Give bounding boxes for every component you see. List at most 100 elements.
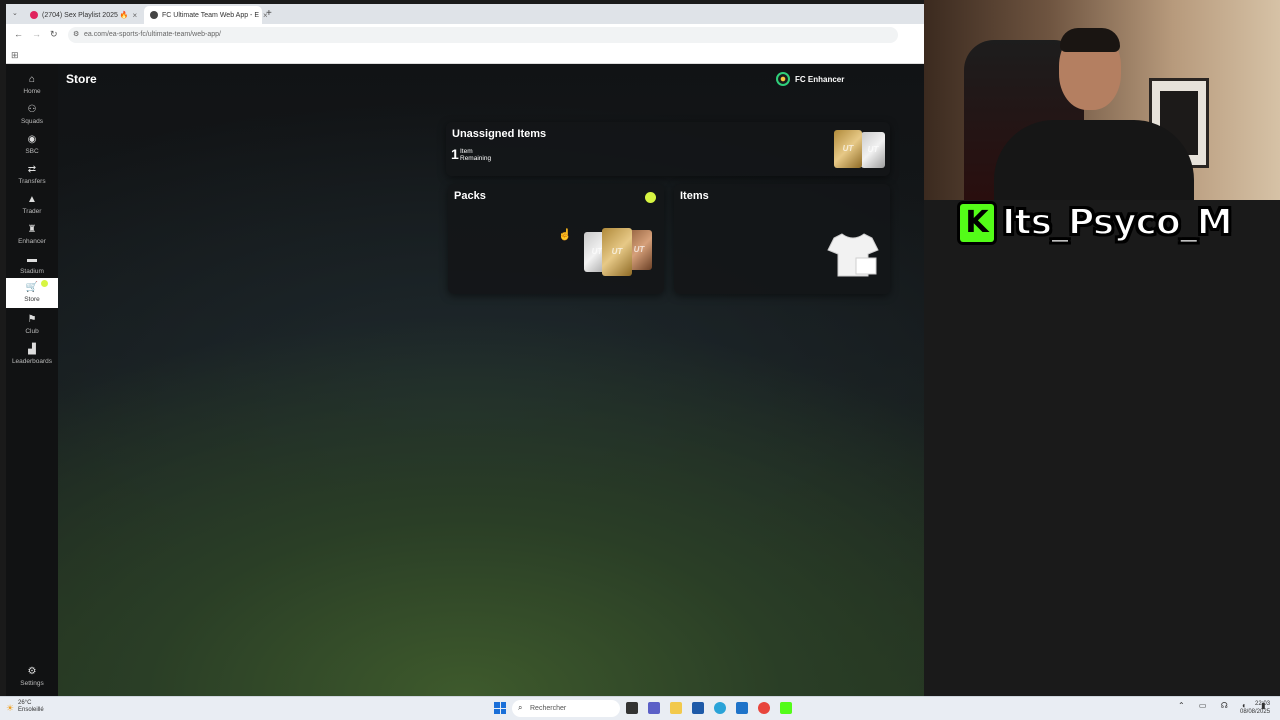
sub-line: Remaining [460, 155, 492, 162]
enhancer-icon: ♜ [27, 224, 37, 235]
kick-icon: K [960, 203, 994, 242]
enhancer-logo-icon [776, 72, 790, 86]
sidebar-item-label: Enhancer [18, 238, 46, 245]
tab-fc-web-app[interactable]: FC Ultimate Team Web App - E × [144, 6, 268, 24]
windows-taskbar: ☀ 26°C Ensoleillé ⌕ Rechercher ⌃ ▭ ☊ ◐ ▮… [0, 696, 1280, 720]
pack-icon: UT [602, 228, 632, 276]
sidebar-item-label: Leaderboards [11, 358, 53, 365]
back-icon[interactable]: ← [14, 29, 23, 39]
tab-search-icon[interactable]: ⌄ [12, 9, 18, 17]
packs-tile[interactable]: Packs UT UT UT [448, 184, 664, 294]
sidebar-item-enhancer[interactable]: ♜ Enhancer [6, 220, 58, 250]
sidebar-item-transfers[interactable]: ⇄ Transfers [6, 160, 58, 190]
trader-icon: ▲ [27, 194, 37, 205]
stadium-icon: ▬ [27, 254, 37, 265]
unassigned-subtitle: Item Remaining [460, 148, 491, 162]
sidebar-item-leaderboards[interactable]: ▟ Leaderboards [6, 340, 58, 370]
pack-label: UT [591, 247, 603, 256]
sidebar-item-label: Stadium [20, 268, 44, 275]
windows-start-icon[interactable] [494, 702, 506, 714]
streamer-body [994, 120, 1194, 200]
stream-background [924, 200, 1280, 696]
new-tab-icon[interactable]: + [266, 8, 272, 19]
sidebar-item-label: SBC [25, 148, 39, 155]
home-icon: ⌂ [28, 74, 36, 85]
address-bar[interactable]: ⚙ ea.com/ea-sports-fc/ultimate-team/web-… [68, 27, 898, 43]
transfers-icon: ⇄ [27, 164, 37, 175]
tile-title: Items [680, 190, 709, 202]
weather-icon[interactable]: ☀ [6, 703, 14, 714]
pack-icon: UT [861, 132, 885, 168]
weather-temp: 26°C [18, 700, 32, 706]
forward-icon[interactable]: → [32, 29, 41, 39]
apps-grid-icon[interactable]: ⊞ [11, 50, 19, 61]
tab-youtube[interactable]: (2704) Sex Playlist 2025 🔥 × [24, 6, 142, 24]
tab-bar: ⌄ (2704) Sex Playlist 2025 🔥 × FC Ultima… [6, 4, 924, 24]
clock-time: 22:03 [1255, 701, 1271, 707]
teams-icon[interactable] [648, 702, 660, 714]
pack-label: UT [633, 245, 645, 254]
streamer-tag: K Its_Psyco_M [960, 201, 1234, 244]
unassigned-items-tile[interactable]: Unassigned Items 1 Item Remaining UT UT [446, 122, 890, 176]
edge-icon[interactable] [714, 702, 726, 714]
search-icon: ⌕ [518, 703, 523, 712]
url-text: ea.com/ea-sports-fc/ultimate-team/web-ap… [84, 31, 221, 38]
weather-widget[interactable]: 26°C Ensoleillé [18, 700, 44, 714]
jersey-icon [827, 233, 879, 277]
webcam-feed [924, 0, 1280, 200]
gear-icon: ⚙ [27, 666, 37, 677]
sidebar-item-label: Settings [20, 680, 44, 687]
ea-icon [150, 11, 158, 19]
pack-label: UT [867, 145, 879, 154]
items-tile[interactable]: Items [674, 184, 890, 294]
sidebar-item-store[interactable]: 🛒 Store [6, 278, 58, 308]
sidebar-item-club[interactable]: ⚑ Club [6, 310, 58, 340]
browser-window: ⌄ (2704) Sex Playlist 2025 🔥 × FC Ultima… [6, 4, 924, 64]
tab-label: FC Ultimate Team Web App - E [162, 11, 259, 19]
site-info-icon[interactable]: ⚙ [73, 30, 79, 38]
weather-desc: Ensoleillé [18, 707, 44, 713]
tab-label: (2704) Sex Playlist 2025 🔥 [42, 12, 129, 19]
streamer-hair [1060, 28, 1120, 52]
sub-line: Item [460, 148, 473, 155]
pack-icon: UT [834, 130, 862, 168]
sidebar-item-settings[interactable]: ⚙ Settings [6, 662, 58, 692]
search-placeholder: Rechercher [530, 705, 567, 712]
notification-dot [645, 192, 656, 203]
sbc-icon: ◉ [27, 134, 37, 145]
sidebar: ⌂ Home ⚇ Squads ◉ SBC ⇄ Transfers ▲ Trad… [6, 64, 58, 696]
sidebar-item-label: Store [24, 296, 40, 303]
notification-dot [41, 280, 48, 287]
fc-web-app: ⌂ Home ⚇ Squads ◉ SBC ⇄ Transfers ▲ Trad… [6, 64, 924, 696]
store-app-icon[interactable] [692, 702, 704, 714]
sidebar-item-label: Club [25, 328, 39, 335]
mail-icon[interactable] [736, 702, 748, 714]
clock-date: 08/08/2025 [1240, 709, 1271, 715]
squads-icon: ⚇ [27, 104, 37, 115]
clock[interactable]: 22:03 08/08/2025 [1240, 700, 1270, 716]
sidebar-item-sbc[interactable]: ◉ SBC [6, 130, 58, 160]
chrome-icon[interactable] [758, 702, 770, 714]
sidebar-item-squads[interactable]: ⚇ Squads [6, 100, 58, 130]
sidebar-item-label: Trader [22, 208, 42, 215]
sidebar-item-home[interactable]: ⌂ Home [6, 70, 58, 100]
task-view-icon[interactable] [626, 702, 638, 714]
mouse-cursor-icon: ☝ [558, 229, 572, 241]
youtube-icon [30, 11, 38, 19]
bookmarks-bar: ⊞ [6, 46, 924, 64]
fc-enhancer-button[interactable]: FC Enhancer [776, 72, 844, 86]
file-explorer-icon[interactable] [670, 702, 682, 714]
sidebar-item-label: Squads [20, 118, 44, 125]
sidebar-item-stadium[interactable]: ▬ Stadium [6, 250, 58, 280]
page-title: Store [66, 72, 97, 86]
reload-icon[interactable]: ↻ [50, 29, 58, 40]
kick-app-icon[interactable] [780, 702, 792, 714]
taskbar-search[interactable]: ⌕ Rechercher [512, 700, 620, 717]
tile-title: Packs [454, 190, 486, 202]
sidebar-item-label: Home [23, 88, 41, 95]
sidebar-item-trader[interactable]: ▲ Trader [6, 190, 58, 220]
sidebar-item-label: Transfers [18, 178, 46, 185]
club-icon: ⚑ [27, 314, 37, 325]
leaderboards-icon: ▟ [28, 344, 36, 355]
close-icon[interactable]: × [133, 11, 138, 20]
